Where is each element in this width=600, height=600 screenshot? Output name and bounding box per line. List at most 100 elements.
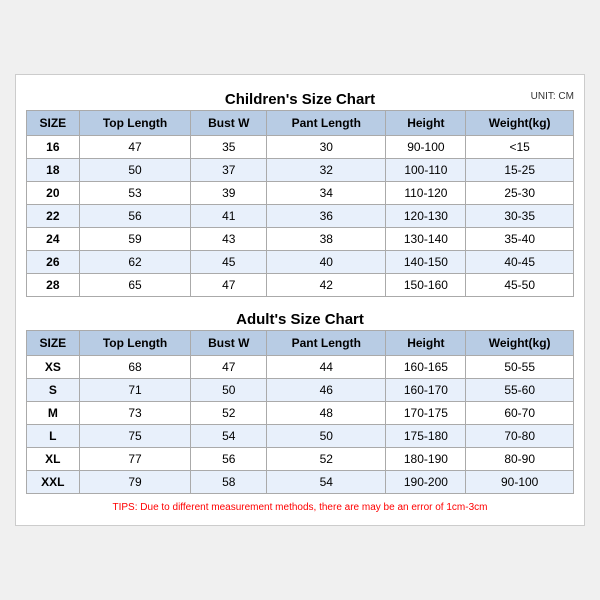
list-item: 34 [267,182,386,205]
list-item: 24 [27,228,80,251]
table-row: 1647353090-100<15 [27,136,574,159]
list-item: 140-150 [386,251,466,274]
table-row: 20533934110-12025-30 [27,182,574,205]
adults-col-toplength: Top Length [79,331,191,356]
chart-wrapper: Children's Size Chart UNIT: CM SIZE Top … [15,74,585,526]
list-item: 160-170 [386,379,466,402]
list-item: 160-165 [386,356,466,379]
table-row: 18503732100-11015-25 [27,159,574,182]
table-row: 26624540140-15040-45 [27,251,574,274]
list-item: 47 [79,136,191,159]
list-item: 16 [27,136,80,159]
list-item: 59 [79,228,191,251]
list-item: XXL [27,471,80,494]
children-col-bustw: Bust W [191,111,267,136]
children-col-pantlength: Pant Length [267,111,386,136]
list-item: 47 [191,356,267,379]
table-row: 22564136120-13030-35 [27,205,574,228]
list-item: 37 [191,159,267,182]
table-row: XL775652180-19080-90 [27,448,574,471]
list-item: 40-45 [466,251,574,274]
adults-tbody: XS684744160-16550-55S715046160-17055-60M… [27,356,574,494]
list-item: 50 [267,425,386,448]
list-item: 90-100 [386,136,466,159]
list-item: 35 [191,136,267,159]
list-item: 71 [79,379,191,402]
list-item: 120-130 [386,205,466,228]
list-item: 20 [27,182,80,205]
list-item: 70-80 [466,425,574,448]
list-item: 18 [27,159,80,182]
list-item: 32 [267,159,386,182]
table-row: L755450175-18070-80 [27,425,574,448]
list-item: 48 [267,402,386,425]
list-item: 54 [191,425,267,448]
list-item: 53 [79,182,191,205]
list-item: 60-70 [466,402,574,425]
list-item: 56 [191,448,267,471]
list-item: 36 [267,205,386,228]
list-item: 175-180 [386,425,466,448]
list-item: 170-175 [386,402,466,425]
list-item: XS [27,356,80,379]
list-item: 25-30 [466,182,574,205]
list-item: 39 [191,182,267,205]
list-item: 180-190 [386,448,466,471]
children-unit-label: UNIT: CM [531,91,574,102]
adults-col-weight: Weight(kg) [466,331,574,356]
adults-table: SIZE Top Length Bust W Pant Length Heigh… [26,330,574,494]
list-item: 35-40 [466,228,574,251]
list-item: 52 [267,448,386,471]
children-col-toplength: Top Length [79,111,191,136]
children-table: SIZE Top Length Bust W Pant Length Heigh… [26,110,574,297]
list-item: 79 [79,471,191,494]
list-item: 45 [191,251,267,274]
adults-title-text: Adult's Size Chart [236,311,364,328]
list-item: 47 [191,274,267,297]
list-item: 90-100 [466,471,574,494]
list-item: 45-50 [466,274,574,297]
children-section-title: Children's Size Chart UNIT: CM [26,85,574,110]
list-item: 30-35 [466,205,574,228]
table-row: S715046160-17055-60 [27,379,574,402]
adults-col-size: SIZE [27,331,80,356]
list-item: 55-60 [466,379,574,402]
list-item: 73 [79,402,191,425]
children-col-size: SIZE [27,111,80,136]
list-item: 30 [267,136,386,159]
table-row: 24594338130-14035-40 [27,228,574,251]
list-item: 40 [267,251,386,274]
list-item: 43 [191,228,267,251]
adults-col-pantlength: Pant Length [267,331,386,356]
list-item: 110-120 [386,182,466,205]
list-item: 15-25 [466,159,574,182]
list-item: 62 [79,251,191,274]
tips-text: TIPS: Due to different measurement metho… [26,500,574,515]
list-item: 44 [267,356,386,379]
list-item: 28 [27,274,80,297]
list-item: 130-140 [386,228,466,251]
list-item: 50 [191,379,267,402]
list-item: 150-160 [386,274,466,297]
adults-col-height: Height [386,331,466,356]
list-item: 22 [27,205,80,228]
children-col-weight: Weight(kg) [466,111,574,136]
list-item: XL [27,448,80,471]
table-row: XS684744160-16550-55 [27,356,574,379]
list-item: M [27,402,80,425]
list-item: 77 [79,448,191,471]
list-item: S [27,379,80,402]
list-item: 68 [79,356,191,379]
adults-header-row: SIZE Top Length Bust W Pant Length Heigh… [27,331,574,356]
table-row: 28654742150-16045-50 [27,274,574,297]
list-item: <15 [466,136,574,159]
adults-section-title: Adult's Size Chart [26,305,574,330]
list-item: 52 [191,402,267,425]
list-item: 65 [79,274,191,297]
list-item: 58 [191,471,267,494]
children-tbody: 1647353090-100<1518503732100-11015-25205… [27,136,574,297]
table-row: XXL795854190-20090-100 [27,471,574,494]
children-header-row: SIZE Top Length Bust W Pant Length Heigh… [27,111,574,136]
list-item: 38 [267,228,386,251]
list-item: 80-90 [466,448,574,471]
